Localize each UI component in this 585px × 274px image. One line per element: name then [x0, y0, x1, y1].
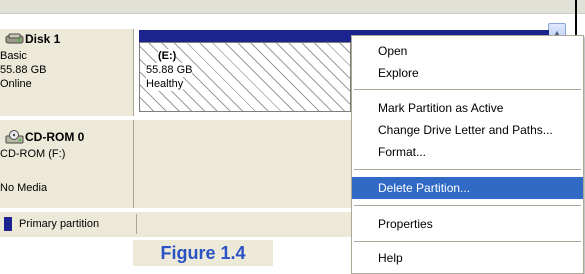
disk-1-size: 55.88 GB	[0, 64, 47, 76]
hard-disk-icon	[5, 33, 24, 44]
disk-1-status: Online	[0, 78, 32, 90]
partition-e[interactable]: (E:) 55.88 GB Healthy	[139, 42, 351, 112]
menu-separator	[354, 169, 581, 170]
menu-item-open[interactable]: Open	[352, 40, 583, 62]
partition-e-size: 55.88 GB	[146, 63, 193, 77]
primary-partition-swatch	[4, 217, 12, 231]
menu-item-format[interactable]: Format...	[352, 141, 583, 163]
disk-1-title: Disk 1	[25, 32, 61, 46]
cd-rom-0-title: CD-ROM 0	[25, 130, 85, 144]
partition-e-label: (E:)	[158, 49, 177, 63]
menu-item-change-drive-letter[interactable]: Change Drive Letter and Paths...	[352, 119, 583, 141]
cd-rom-0-title-row: CD-ROM 0	[5, 130, 84, 144]
menu-separator	[354, 89, 581, 90]
context-menu: Open Explore Mark Partition as Active Ch…	[351, 35, 584, 274]
legend-label: Primary partition	[19, 218, 100, 230]
top-strip	[0, 0, 585, 13]
menu-item-properties[interactable]: Properties	[352, 213, 583, 235]
menu-item-delete-partition[interactable]: Delete Partition...	[352, 177, 583, 199]
partition-e-status: Healthy	[146, 77, 184, 91]
figure-caption: Figure 1.4	[133, 240, 273, 266]
disk-1-info-panel[interactable]: Disk 1 Basic 55.88 GB Online	[0, 29, 134, 116]
menu-separator	[354, 241, 581, 242]
menu-item-help[interactable]: Help	[352, 247, 583, 269]
cd-rom-0-drive: CD-ROM (F:)	[0, 148, 66, 160]
top-divider	[0, 13, 585, 14]
legend-divider	[136, 214, 137, 234]
menu-item-mark-active[interactable]: Mark Partition as Active	[352, 97, 583, 119]
menu-separator	[354, 205, 581, 206]
disk-1-type: Basic	[0, 50, 27, 62]
cd-rom-0-media-area[interactable]	[134, 120, 360, 208]
cd-rom-0-info-panel[interactable]: CD-ROM 0 CD-ROM (F:) No Media	[0, 120, 134, 208]
cd-rom-icon	[5, 130, 24, 144]
disk-1-title-row: Disk 1	[5, 32, 60, 46]
cd-rom-0-status: No Media	[0, 182, 48, 194]
menu-item-explore[interactable]: Explore	[352, 62, 583, 84]
